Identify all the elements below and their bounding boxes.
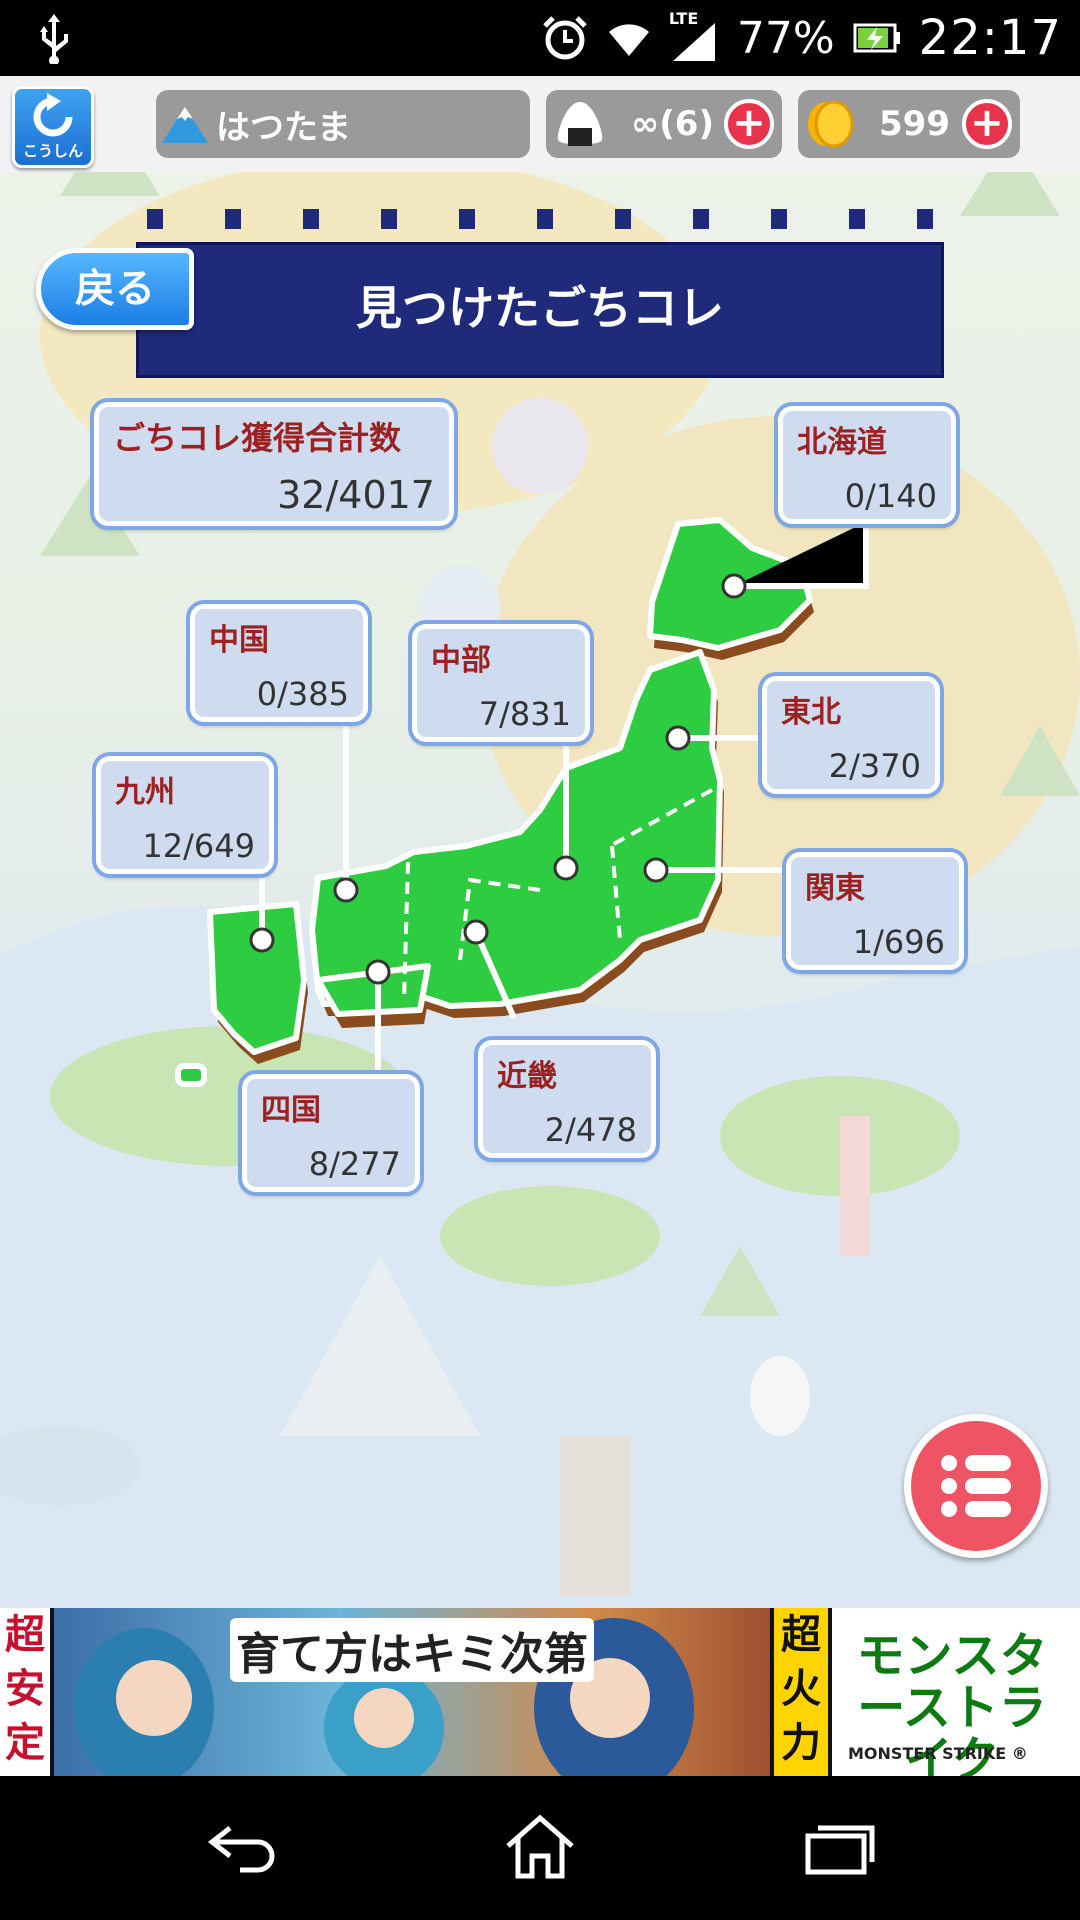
home-nav-icon[interactable] — [500, 1812, 580, 1882]
region-name: 九州 — [115, 775, 175, 810]
total-count-card: ごちコレ獲得合計数 32/4017 — [90, 398, 458, 530]
region-name: 中国 — [209, 623, 269, 658]
region-name: 中部 — [431, 643, 491, 678]
region-count: 8/277 — [308, 1145, 401, 1183]
region-card-kyushu[interactable]: 九州 12/649 — [92, 752, 278, 878]
region-card-kanto[interactable]: 関東 1/696 — [782, 848, 968, 974]
ad-left-text: 超安定 — [0, 1608, 54, 1776]
usb-icon — [40, 14, 68, 64]
region-count: 2/478 — [544, 1111, 637, 1149]
ad-right-text: 超火力 — [770, 1608, 832, 1776]
wifi-icon — [608, 24, 649, 56]
battery-percent: 77% — [736, 12, 835, 64]
status-bar: LTE 77% 22:17 — [0, 0, 1080, 76]
region-count: 2/370 — [828, 747, 921, 785]
total-label: ごちコレ獲得合計数 — [113, 419, 402, 457]
back-nav-icon[interactable] — [200, 1818, 280, 1878]
menu-button[interactable] — [904, 1414, 1048, 1558]
region-name: 北海道 — [797, 425, 887, 460]
region-card-chugoku[interactable]: 中国 0/385 — [186, 600, 372, 726]
signal-icon: LTE — [669, 9, 719, 63]
region-card-tohoku[interactable]: 東北 2/370 — [758, 672, 944, 798]
battery-charging-icon — [853, 23, 900, 53]
list-icon — [941, 1455, 1011, 1517]
alarm-icon — [543, 16, 587, 60]
ad-banner[interactable]: 超安定 育て方はキミ次第 超火力 モンスターストライク MONSTER STRI… — [0, 1608, 1080, 1776]
region-count: 7/831 — [478, 695, 571, 733]
region-count: 0/140 — [844, 477, 937, 515]
region-name: 関東 — [805, 871, 865, 906]
region-card-chubu[interactable]: 中部 7/831 — [408, 620, 594, 746]
clock: 22:17 — [918, 10, 1062, 66]
region-card-shikoku[interactable]: 四国 8/277 — [238, 1070, 424, 1196]
region-name: 近畿 — [497, 1059, 557, 1094]
region-card-kinki[interactable]: 近畿 2/478 — [474, 1036, 660, 1162]
ad-headline: 育て方はキミ次第 — [230, 1618, 594, 1682]
region-count: 1/696 — [852, 923, 945, 961]
kyushu-shape — [207, 901, 307, 1055]
region-name: 東北 — [781, 695, 841, 730]
navigation-bar — [0, 1776, 1080, 1920]
region-card-hokkaido[interactable]: 北海道 0/140 — [774, 402, 960, 528]
region-count: 0/385 — [256, 675, 349, 713]
total-count: 32/4017 — [277, 473, 435, 517]
region-count: 12/649 — [142, 827, 255, 865]
game-screen: こうしん はつたま ∞(6) + 599 + 見つけたごちコレ 戻る ごちコレ獲… — [0, 76, 1080, 1608]
ad-logo-english: MONSTER STRIKE ® — [848, 1744, 1028, 1763]
recents-nav-icon[interactable] — [800, 1818, 880, 1878]
region-name: 四国 — [261, 1093, 321, 1128]
